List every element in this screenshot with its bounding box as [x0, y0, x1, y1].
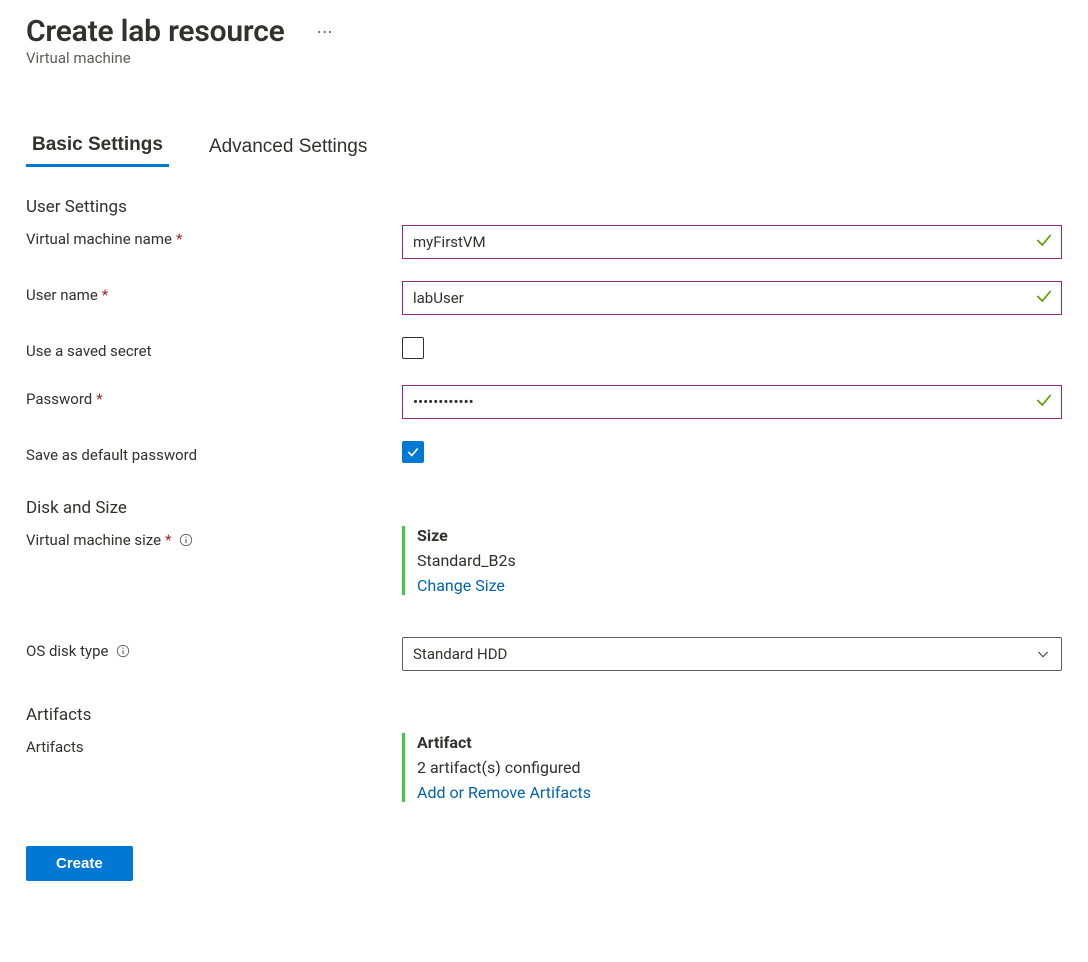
os-disk-type-select[interactable]: Standard HDD	[402, 637, 1062, 671]
save-default-password-label: Save as default password	[26, 441, 402, 464]
os-disk-type-label: OS disk type	[26, 637, 402, 660]
required-indicator: *	[96, 390, 102, 408]
more-actions-button[interactable]: ⋯	[313, 22, 338, 42]
required-indicator: *	[176, 230, 182, 248]
tabs: Basic Settings Advanced Settings	[26, 133, 1062, 167]
vm-size-title: Size	[417, 526, 1062, 545]
saved-secret-label: Use a saved secret	[26, 337, 402, 360]
chevron-down-icon	[1035, 646, 1051, 662]
password-input[interactable]	[402, 385, 1062, 419]
page-subtitle: Virtual machine	[26, 49, 1062, 67]
vm-name-label: Virtual machine name*	[26, 225, 402, 248]
artifacts-label: Artifacts	[26, 733, 402, 756]
info-icon[interactable]	[116, 644, 130, 658]
tab-advanced-settings[interactable]: Advanced Settings	[203, 133, 373, 167]
page-title: Create lab resource	[26, 14, 285, 49]
vm-size-block: Size Standard_B2s Change Size	[402, 526, 1062, 595]
artifact-title: Artifact	[417, 733, 1062, 752]
section-disk-and-size: Disk and Size	[26, 498, 1062, 518]
password-label: Password*	[26, 385, 402, 408]
change-size-link[interactable]: Change Size	[417, 576, 505, 595]
user-name-label: User name*	[26, 281, 402, 304]
section-artifacts: Artifacts	[26, 705, 1062, 725]
user-name-input[interactable]	[402, 281, 1062, 315]
info-icon[interactable]	[179, 533, 193, 547]
required-indicator: *	[165, 531, 171, 549]
create-button[interactable]: Create	[26, 846, 133, 881]
os-disk-type-value: Standard HDD	[413, 645, 1035, 663]
save-default-password-checkbox[interactable]	[402, 441, 424, 463]
add-remove-artifacts-link[interactable]: Add or Remove Artifacts	[417, 783, 591, 802]
saved-secret-checkbox[interactable]	[402, 337, 424, 359]
vm-size-label: Virtual machine size*	[26, 526, 402, 549]
artifacts-block: Artifact 2 artifact(s) configured Add or…	[402, 733, 1062, 802]
artifact-value: 2 artifact(s) configured	[417, 758, 1062, 777]
tab-basic-settings[interactable]: Basic Settings	[26, 133, 169, 167]
vm-name-input[interactable]	[402, 225, 1062, 259]
section-user-settings: User Settings	[26, 197, 1062, 217]
required-indicator: *	[102, 286, 108, 304]
vm-size-value: Standard_B2s	[417, 551, 1062, 570]
